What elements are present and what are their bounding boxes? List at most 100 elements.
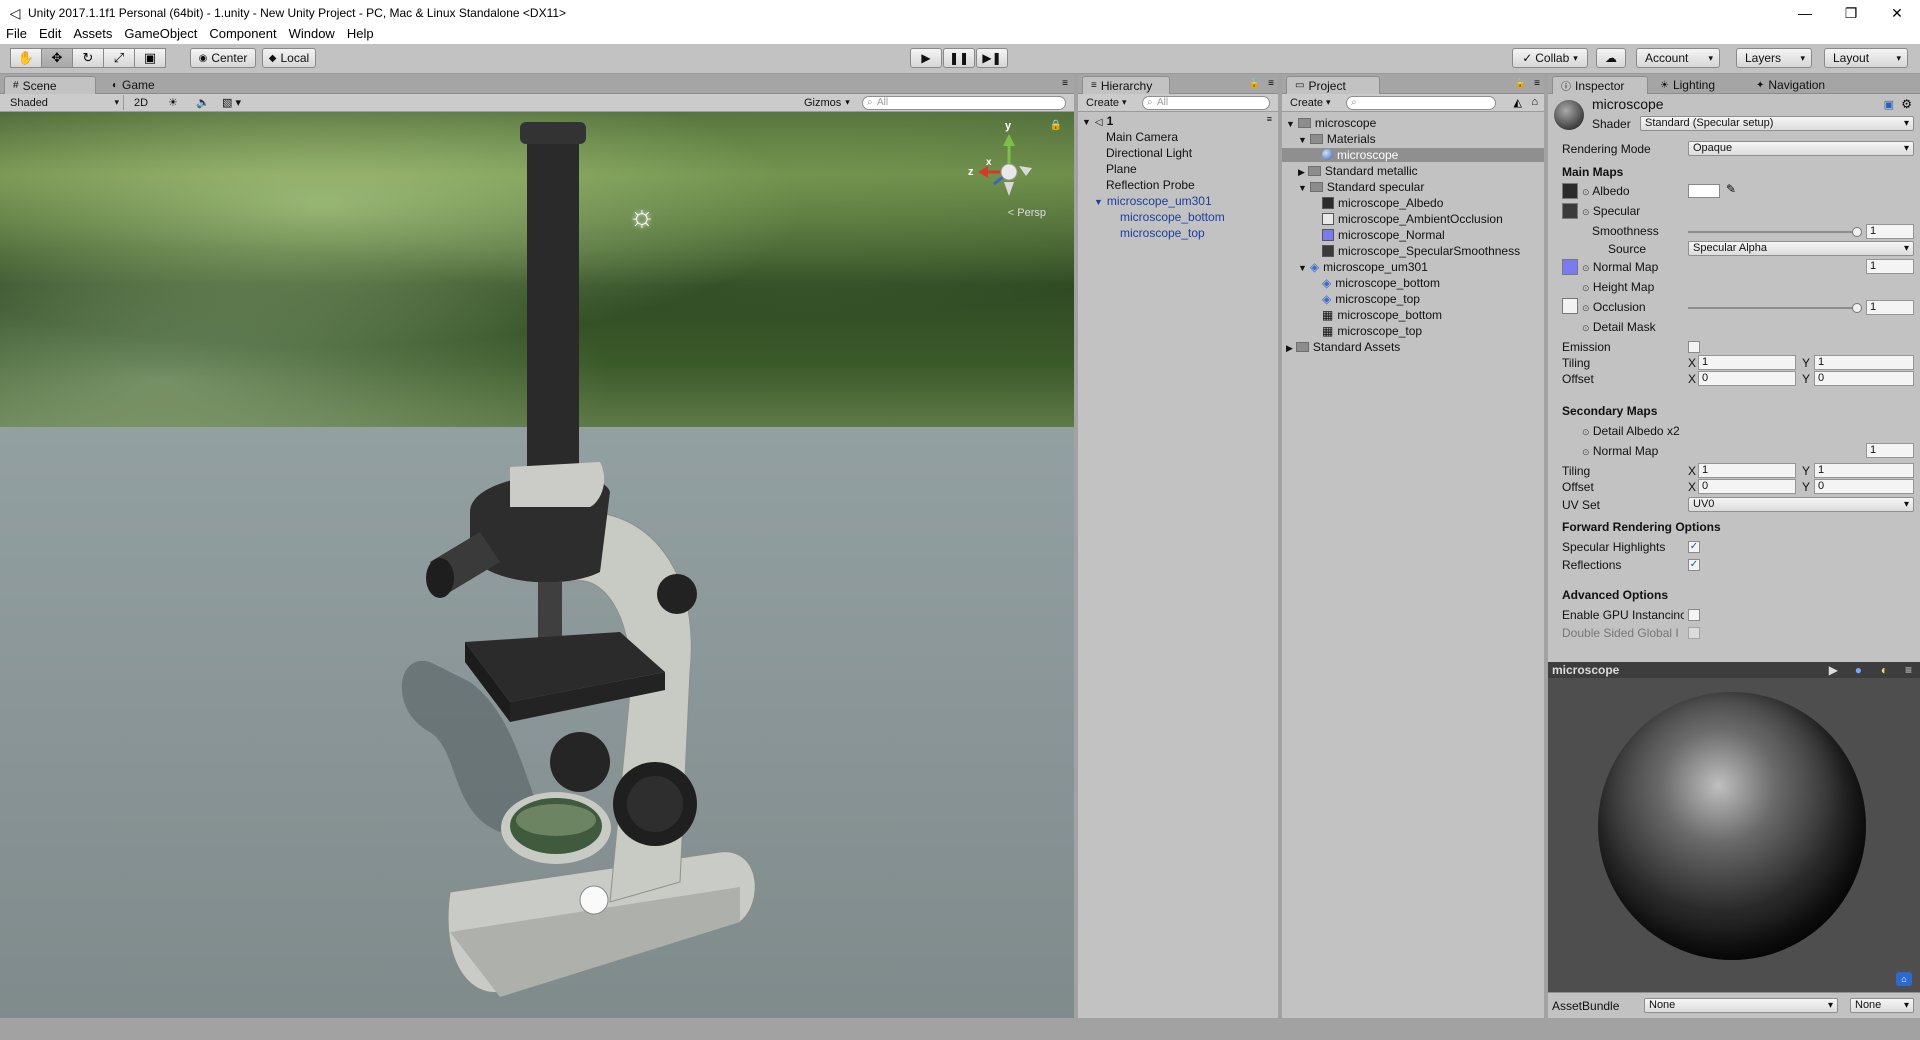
gizmos-dropdown[interactable]: Gizmos ▾ [800, 95, 854, 110]
filter-label-icon[interactable]: ⌂ [1531, 96, 1538, 108]
shader-dropdown[interactable]: Standard (Specular setup) [1640, 116, 1914, 131]
shading-dropdown[interactable]: Shaded ▾ [6, 95, 124, 110]
source-dropdown[interactable]: Specular Alpha [1688, 241, 1914, 256]
project-folder-materials[interactable]: ▼ Materials [1298, 132, 1376, 146]
project-item-microscope-um301[interactable]: ▼ ◈ microscope_um301 [1298, 260, 1428, 274]
reflections-checkbox[interactable]: ✓ [1688, 559, 1700, 571]
scene-root[interactable]: ▼ ◁ 1 ≡ [1082, 114, 1278, 128]
pivot-center-button[interactable]: ◉ Center [190, 48, 256, 68]
rect-tool-icon[interactable]: ▣ [134, 48, 166, 68]
audio-toggle-icon[interactable]: 🔈 [192, 95, 214, 110]
tab-hierarchy[interactable]: ≡ Hierarchy [1082, 76, 1170, 94]
uv-set-dropdown[interactable]: UV0 [1688, 497, 1914, 512]
pivot-local-button[interactable]: ◆ Local [262, 48, 316, 68]
albedo-label[interactable]: ⊙ Albedo [1582, 184, 1630, 198]
tiling-x-field[interactable]: 1 [1698, 355, 1796, 370]
scale-tool-icon[interactable]: ⤢ [103, 48, 135, 68]
layout-dropdown[interactable]: Layout ▾ [1824, 48, 1908, 68]
texture-picker-icon[interactable]: ⊙ [1582, 323, 1590, 333]
scene-search-input[interactable]: ⌕ All [862, 96, 1066, 110]
project-folder-standard-metallic[interactable]: ▶ Standard metallic [1298, 164, 1418, 178]
project-item-top-mesh-object[interactable]: ◈ microscope_top [1322, 292, 1420, 306]
project-folder-standard-assets[interactable]: ▶ Standard Assets [1286, 340, 1400, 354]
texture-picker-icon[interactable]: ⊙ [1582, 263, 1590, 273]
texture-picker-icon[interactable]: ⊙ [1582, 427, 1590, 437]
albedo-texture-slot[interactable] [1562, 183, 1578, 199]
assetbundle-tag-icon[interactable]: ⌂ [1896, 972, 1912, 986]
project-search-input[interactable]: ⌕ [1346, 96, 1496, 110]
lock-icon[interactable]: 🔒 [1050, 120, 1062, 131]
lock-icon[interactable]: 🔒 [1515, 78, 1526, 89]
specular-highlights-checkbox[interactable]: ✓ [1688, 541, 1700, 553]
material-preview-sphere[interactable] [1598, 692, 1866, 960]
move-tool-icon[interactable]: ✥ [41, 48, 73, 68]
project-item-bottom-mesh-object[interactable]: ◈ microscope_bottom [1322, 276, 1440, 290]
project-folder-microscope[interactable]: ▼ microscope [1286, 116, 1376, 130]
pause-button[interactable]: ❚❚ [943, 48, 975, 68]
preview-play-icon[interactable]: ▶ [1829, 662, 1838, 678]
offset2-y-field[interactable]: 0 [1814, 479, 1914, 494]
tab-lighting[interactable]: ☀ Lighting [1652, 76, 1723, 94]
effects-dropdown-icon[interactable]: ▧ ▾ [218, 95, 245, 110]
height-map-label[interactable]: ⊙ Height Map [1582, 280, 1654, 294]
menu-help[interactable]: Help [347, 26, 374, 41]
preview-menu-icon[interactable]: ≡ [1905, 662, 1912, 678]
project-item-normal[interactable]: microscope_Normal [1322, 228, 1445, 242]
help-icon[interactable]: ▣ [1884, 98, 1894, 111]
filter-type-icon[interactable]: ◭ [1514, 96, 1522, 109]
preview-sphere-icon[interactable]: ● [1855, 662, 1862, 678]
tiling2-y-field[interactable]: 1 [1814, 463, 1914, 478]
occlusion-field[interactable]: 1 [1866, 300, 1914, 315]
layers-dropdown[interactable]: Layers ▾ [1736, 48, 1812, 68]
normal-map-label[interactable]: ⊙ Normal Map [1582, 260, 1658, 274]
tiling-y-field[interactable]: 1 [1814, 355, 1914, 370]
play-button[interactable]: ▶ [910, 48, 942, 68]
panel-menu-icon[interactable]: ≡ [1062, 78, 1068, 89]
hand-tool-icon[interactable]: ✋ [10, 48, 42, 68]
hierarchy-item-microscope-um301[interactable]: ▼ microscope_um301 [1094, 194, 1212, 208]
scene-viewport[interactable]: ☼ y z x < Persp 🔒 [0, 112, 1074, 1018]
microscope-model[interactable] [0, 112, 1074, 1018]
occlusion-texture-slot[interactable] [1562, 298, 1578, 314]
menu-component[interactable]: Component [209, 26, 276, 41]
tab-navigation[interactable]: ✦ Navigation [1748, 76, 1833, 94]
create-dropdown[interactable]: Create ▾ [1286, 95, 1335, 110]
hierarchy-item-microscope-bottom[interactable]: microscope_bottom [1120, 210, 1225, 224]
mode-2d-toggle[interactable]: 2D [130, 95, 154, 110]
albedo-color-swatch[interactable] [1688, 184, 1720, 198]
secondary-normal-label[interactable]: ⊙ Normal Map [1582, 444, 1658, 458]
assetbundle-variant-dropdown[interactable]: None [1850, 998, 1914, 1013]
offset2-x-field[interactable]: 0 [1698, 479, 1796, 494]
secondary-normal-field[interactable]: 1 [1866, 443, 1914, 458]
menu-assets[interactable]: Assets [73, 26, 112, 41]
emission-checkbox[interactable] [1688, 341, 1700, 353]
hierarchy-search-input[interactable]: ⌕ All [1142, 96, 1270, 110]
step-button[interactable]: ▶❚ [976, 48, 1008, 68]
hierarchy-item-directional-light[interactable]: Directional Light [1106, 146, 1192, 160]
project-item-microscope-material[interactable]: microscope [1282, 148, 1544, 162]
detail-albedo-label[interactable]: ⊙ Detail Albedo x2 [1582, 424, 1680, 438]
normal-texture-slot[interactable] [1562, 259, 1578, 275]
texture-picker-icon[interactable]: ⊙ [1582, 207, 1590, 217]
tab-scene[interactable]: # Scene [4, 76, 96, 94]
offset-x-field[interactable]: 0 [1698, 371, 1796, 386]
create-dropdown[interactable]: Create ▾ [1082, 95, 1131, 110]
texture-picker-icon[interactable]: ⊙ [1582, 447, 1590, 457]
gpu-instancing-checkbox[interactable] [1688, 609, 1700, 621]
tab-project[interactable]: ▭ Project [1286, 76, 1380, 94]
double-sided-gi-checkbox[interactable] [1688, 627, 1700, 639]
assetbundle-dropdown[interactable]: None [1644, 998, 1838, 1013]
occlusion-slider[interactable] [1688, 307, 1858, 309]
project-item-bottom-mesh[interactable]: ▦ microscope_bottom [1322, 308, 1442, 322]
hierarchy-item-microscope-top[interactable]: microscope_top [1120, 226, 1205, 240]
menu-window[interactable]: Window [289, 26, 335, 41]
lighting-toggle-icon[interactable]: ☀ [164, 95, 182, 110]
hierarchy-item-reflection-probe[interactable]: Reflection Probe [1106, 178, 1195, 192]
settings-gear-icon[interactable]: ⚙ [1901, 97, 1912, 111]
detail-mask-label[interactable]: ⊙ Detail Mask [1582, 320, 1656, 334]
occlusion-label[interactable]: ⊙ Occlusion [1582, 300, 1646, 314]
panel-menu-icon[interactable]: ≡ [1534, 78, 1540, 89]
smoothness-field[interactable]: 1 [1866, 224, 1914, 239]
panel-menu-icon[interactable]: ≡ [1267, 114, 1272, 124]
tiling2-x-field[interactable]: 1 [1698, 463, 1796, 478]
